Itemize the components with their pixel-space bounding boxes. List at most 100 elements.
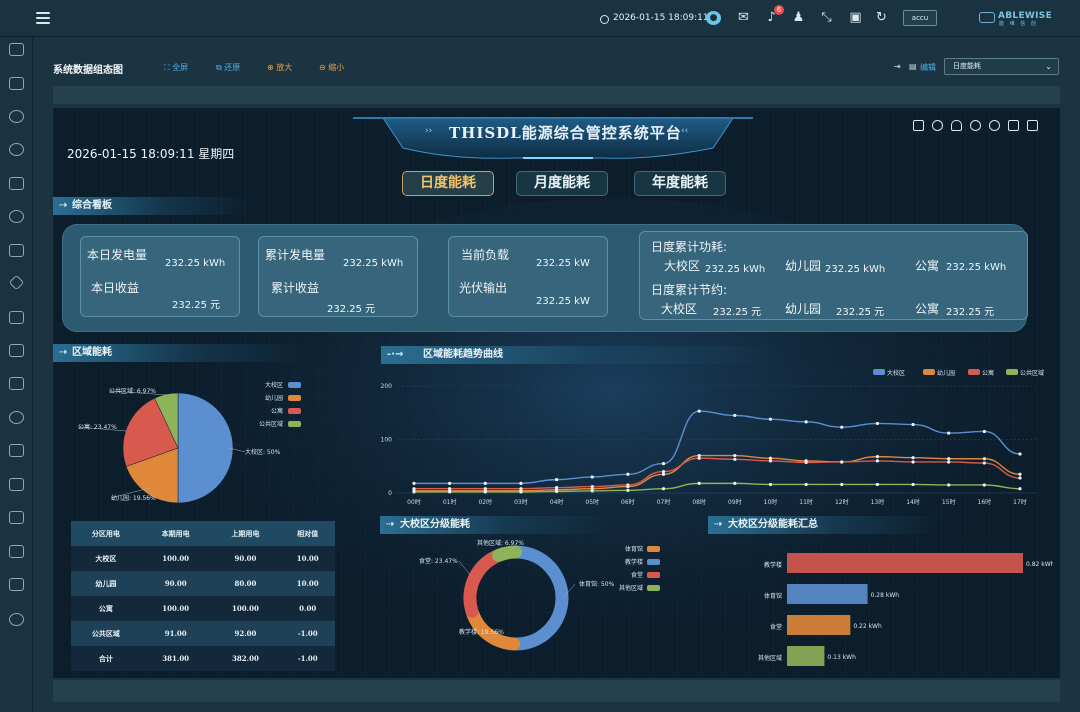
table-cell: 80.00	[210, 571, 281, 596]
refresh-icon[interactable]: ↻	[874, 11, 889, 25]
exit-icon[interactable]: ⇥	[894, 62, 901, 71]
sidebar-export-icon[interactable]	[9, 177, 24, 190]
back-icon[interactable]	[932, 120, 943, 131]
sidebar-doc-search-icon[interactable]	[9, 244, 24, 257]
tab-yearly[interactable]: 年度能耗	[634, 171, 726, 196]
sidebar-switch-icon[interactable]	[9, 545, 24, 558]
series-point	[483, 481, 487, 485]
series-point	[519, 490, 523, 494]
dashboard-title: THISDL能源综合管控系统平台	[449, 124, 682, 142]
help-icon[interactable]	[989, 120, 1000, 131]
y-tick-label: 100	[381, 437, 393, 444]
series-point	[875, 482, 880, 487]
table-row: 公共区域 91.00 92.00 -1.00	[71, 621, 335, 646]
logo-subtext: 能 维 信 创	[999, 21, 1038, 27]
series-line	[413, 454, 1021, 492]
x-tick-label: 02时	[478, 498, 492, 506]
series-point	[448, 490, 452, 494]
sidebar-monitor-icon[interactable]	[9, 43, 24, 56]
series-point	[1018, 476, 1022, 480]
sidebar-globe-icon[interactable]	[9, 143, 24, 156]
tab-monthly[interactable]: 月度能耗	[516, 171, 608, 196]
x-tick-label: 05时	[585, 498, 599, 506]
sidebar-target-icon[interactable]	[8, 274, 25, 291]
bar-category-label: 体育馆	[764, 592, 782, 600]
legend-label: 公寓	[982, 369, 994, 377]
user-button[interactable]: accu	[903, 10, 937, 26]
kpi-panel: 本日发电量 232.25 kWh 本日收益 232.25 元 累计发电量 232…	[62, 224, 1028, 332]
bar	[787, 615, 851, 635]
mail-icon[interactable]: ✉	[736, 11, 751, 25]
series-point	[840, 482, 844, 487]
series-point	[519, 487, 523, 491]
legend-label: 大校区	[887, 369, 905, 377]
pie-label: 大校区: 50%	[245, 448, 281, 456]
tab-daily[interactable]: 日度能耗	[402, 171, 494, 196]
exit-fullscreen-icon[interactable]	[1027, 120, 1038, 131]
kpi-card-daily-summary: 日度累计功耗: 大校区 232.25 kWh 幼儿园 232.25 kWh 公寓…	[639, 231, 1028, 320]
sidebar-chart-pie-icon[interactable]	[9, 210, 24, 223]
sidebar-users-icon[interactable]	[9, 411, 24, 424]
series-point	[590, 484, 594, 489]
series-point	[840, 460, 844, 464]
fullscreen-button[interactable]: ⛶ 全屏	[164, 62, 188, 73]
kpi-label: 公寓	[915, 259, 940, 273]
bar-value-label: 0.22 kWh	[853, 623, 882, 630]
shirt-icon[interactable]: ♟	[791, 11, 806, 25]
sidebar-bar-chart-icon[interactable]	[9, 377, 24, 390]
zoom-in-label: 放大	[276, 63, 293, 72]
series-point	[911, 456, 915, 460]
sidebar-edit-icon[interactable]	[9, 344, 24, 357]
region-pie-chart: 大校区: 50% 幼儿园: 19.56% 公寓: 23.47% 公共区域: 6.97%…	[77, 381, 301, 504]
assistant-icon[interactable]: ●	[706, 11, 721, 25]
series-point	[590, 475, 594, 479]
x-tick-label: 07时	[657, 498, 671, 506]
series-point	[554, 489, 559, 493]
series-point	[875, 459, 880, 463]
energy-period-select[interactable]: 日度能耗 ⌄	[944, 58, 1059, 75]
cloud-icon[interactable]	[970, 120, 981, 131]
edit-icon[interactable]: ▤	[909, 62, 917, 71]
series-point	[697, 481, 701, 485]
sidebar-file-icon[interactable]	[9, 511, 24, 524]
legend-swatch	[647, 585, 660, 591]
sidebar-settings-icon[interactable]	[9, 613, 24, 626]
sidebar-alarm-icon[interactable]	[9, 444, 24, 457]
donut-label: 教学楼: 19.56%	[459, 628, 504, 636]
overview-section-title: ⇢ 综合看板	[53, 197, 253, 215]
table-cell: 大校区	[71, 546, 141, 571]
sidebar-note-icon[interactable]	[9, 478, 24, 491]
fullscreen-icon[interactable]	[1008, 120, 1019, 131]
summary-section-title: ⇢ 大校区分级能耗汇总	[708, 516, 938, 534]
series-point	[947, 483, 951, 487]
menu-toggle-icon[interactable]	[36, 12, 50, 24]
x-tick-label: 10时	[764, 498, 778, 506]
table-cell: 公共区域	[71, 621, 141, 646]
kpi-label: 大校区	[664, 259, 701, 273]
home-icon[interactable]	[913, 120, 924, 131]
donut-leader-line	[458, 560, 472, 577]
zoom-out-button[interactable]: ⊖ 缩小	[319, 62, 344, 73]
bar	[787, 646, 825, 666]
section-arrow-icon: ⇢	[386, 519, 395, 530]
sidebar-keyboard-icon[interactable]	[9, 578, 24, 591]
x-tick-label: 06时	[621, 498, 635, 506]
edit-button[interactable]: 编辑	[920, 62, 936, 73]
kpi-label: 幼儿园	[785, 259, 822, 273]
zoom-in-button[interactable]: ⊕ 放大	[267, 62, 292, 73]
legend-label: 公寓	[271, 407, 283, 415]
collapse-icon[interactable]: ⤡	[819, 11, 834, 25]
screen-icon[interactable]: ▣	[848, 11, 863, 25]
table-header: 上期用电	[210, 521, 281, 546]
sidebar-report-icon[interactable]	[9, 311, 24, 324]
sidebar-folder-icon[interactable]	[9, 77, 24, 90]
sidebar-search-icon[interactable]	[9, 110, 24, 123]
pie-slice	[177, 392, 234, 504]
series-point	[911, 482, 915, 487]
restore-button[interactable]: ⧉ 还原	[216, 62, 240, 73]
alarm-bell-icon[interactable]	[951, 120, 962, 131]
series-point	[982, 429, 986, 434]
series-point	[982, 483, 986, 487]
series-point	[519, 481, 523, 485]
legend-label: 教学楼	[625, 558, 643, 566]
